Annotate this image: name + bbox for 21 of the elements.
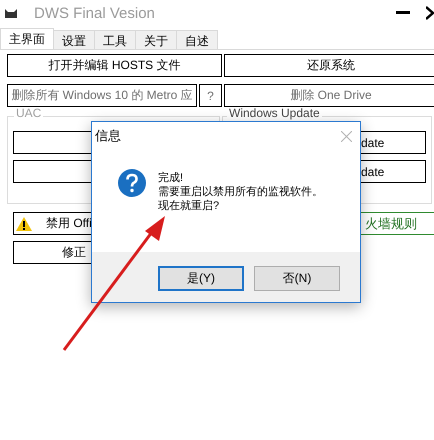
dialog-title: 信息 <box>95 127 121 145</box>
dialog-message: 需要重启以禁用所有的监视软件。 <box>158 185 323 199</box>
group-title: UAC <box>14 107 44 120</box>
warning-icon <box>16 216 32 230</box>
dialog-button[interactable]: 是(Y) <box>158 266 244 291</box>
tab[interactable]: 关于 <box>135 30 177 49</box>
window-title: DWS Final Vesion <box>34 4 155 22</box>
tab[interactable]: 主界面 <box>0 28 54 49</box>
dialog-message: 完成! <box>158 171 184 185</box>
cat-icon <box>4 7 18 19</box>
action-button[interactable]: 打开并编辑 HOSTS 文件 <box>7 54 222 77</box>
dialog-message: 现在就重启? <box>158 199 220 213</box>
tab[interactable]: 设置 <box>53 30 95 49</box>
group-title: Windows Update <box>227 107 322 120</box>
close-icon[interactable] <box>426 6 434 20</box>
question-icon <box>118 169 146 197</box>
dialog-button[interactable]: 否(N) <box>254 266 340 291</box>
action-button[interactable]: 还原系统 <box>224 54 434 77</box>
minimize-icon[interactable] <box>396 11 410 15</box>
tab[interactable]: 工具 <box>94 30 136 49</box>
tab[interactable]: 自述 <box>176 30 218 49</box>
